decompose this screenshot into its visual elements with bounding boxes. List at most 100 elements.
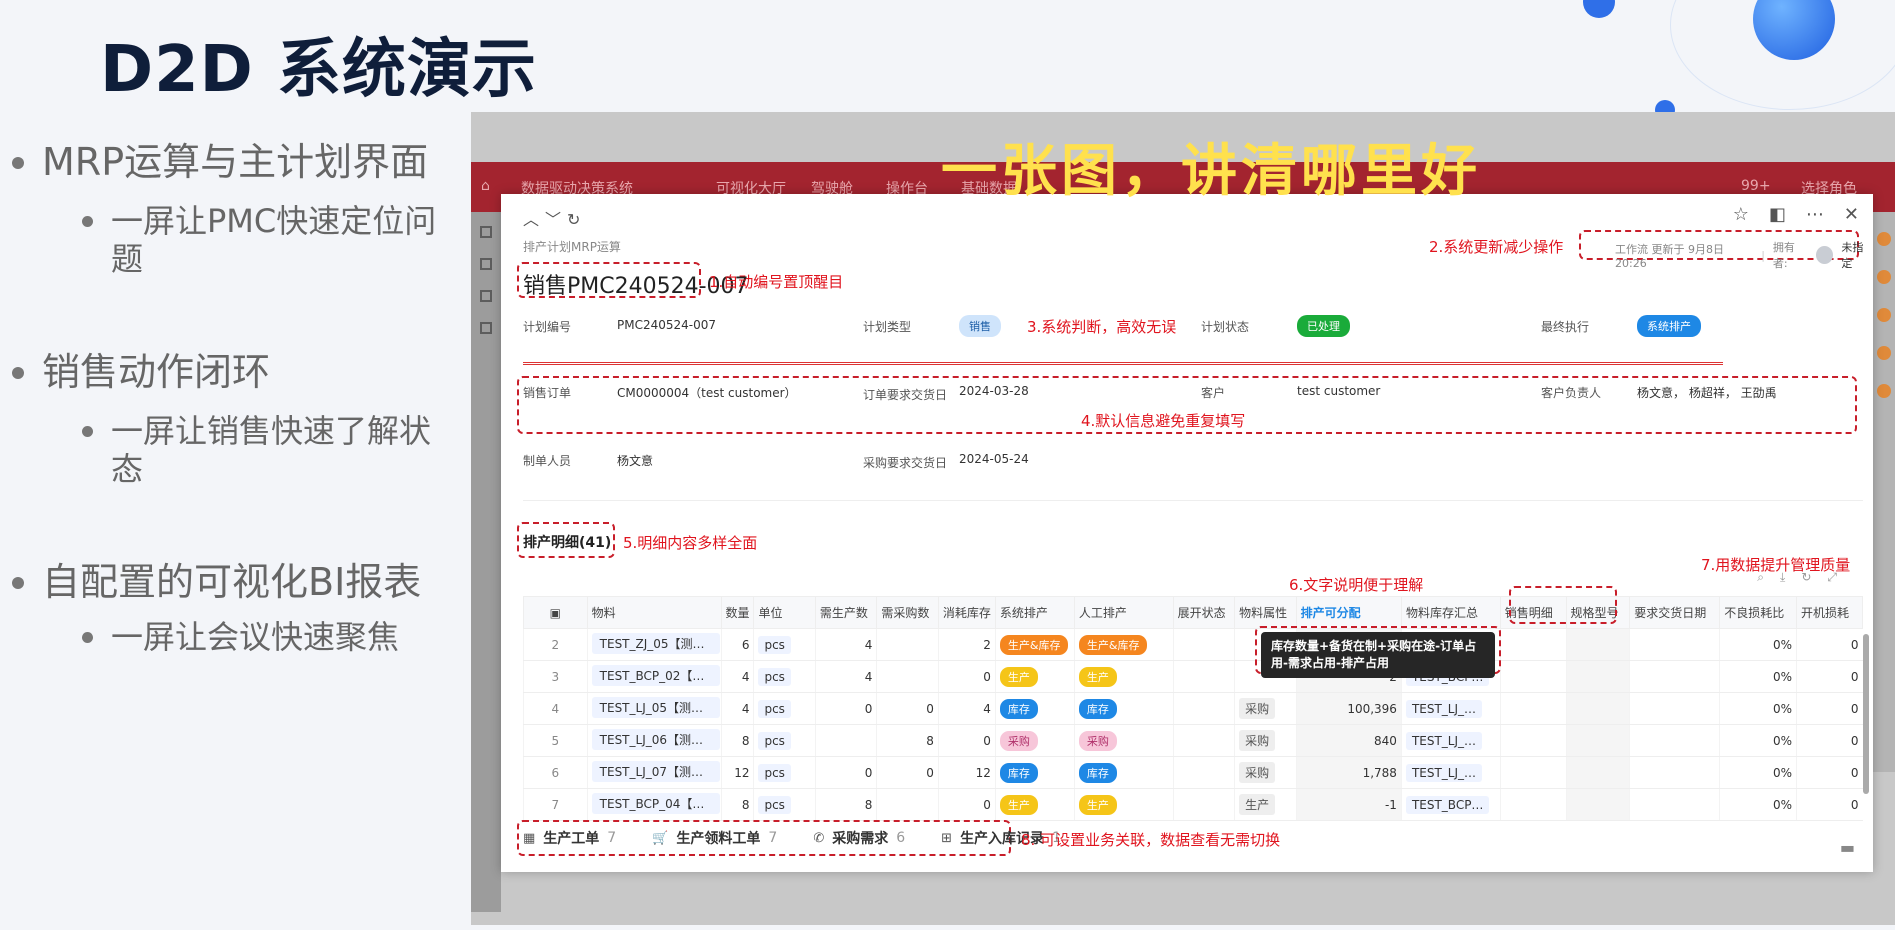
panel-icon[interactable]: ◧ [1769, 204, 1786, 225]
boot-cell: 0 [1796, 756, 1863, 789]
boot-cell: 0 [1796, 724, 1863, 757]
col-header[interactable]: 需采购数 [876, 596, 939, 629]
refresh-icon[interactable]: ↻ [567, 210, 586, 229]
row-number: 6 [523, 756, 588, 789]
spec-cell [1565, 692, 1630, 725]
qty-cell: 12 [720, 756, 754, 789]
left-sidebar [471, 212, 501, 912]
col-header[interactable]: 需生产数 [814, 596, 878, 629]
annotation-8: 8. 可设置业务关联，数据查看无需切换 [1021, 831, 1281, 849]
material-tag[interactable]: TEST_BCP_02【… [591, 664, 720, 686]
table-tools: ⌕ ⤓ ↻ ⤢ [1757, 570, 1837, 585]
spec-cell [1565, 756, 1630, 789]
chevron-up-icon[interactable]: ︿ [523, 210, 545, 229]
home-icon[interactable]: ⌂ [481, 178, 490, 194]
table-row[interactable]: 4 TEST_LJ_05【测… 4 pcs 0 0 4 库存 库存 采购 100,396 TEST_L… [523, 692, 1863, 725]
col-header[interactable]: 排产可分配 [1295, 596, 1402, 629]
app-icon[interactable] [1877, 232, 1891, 246]
status-pill: 库存 [1078, 762, 1117, 783]
prod-cell: 0 [814, 692, 877, 725]
col-header[interactable]: 物料属性 [1234, 596, 1297, 629]
table-row[interactable]: 6 TEST_LJ_07【测… 12 pcs 0 0 12 库存 库存 采购 1,788 TEST_L… [523, 756, 1863, 789]
col-header[interactable]: 数量 [720, 596, 755, 629]
customer-value[interactable]: test customer [1297, 384, 1380, 398]
material-tag[interactable]: TEST_LJ_05【测… [591, 696, 720, 718]
related-purchase[interactable]: ✆ 采购需求 6 [813, 828, 905, 848]
status-pill: 生产 [999, 666, 1038, 687]
app-icon[interactable] [1877, 308, 1891, 322]
chevron-down-icon[interactable]: ﹀ [545, 210, 567, 229]
more-icon[interactable]: ⋯ [1806, 204, 1824, 225]
menu-icon[interactable] [480, 258, 492, 270]
stock-sum-tag[interactable]: TEST_BCP… [1405, 795, 1490, 814]
alloc-cell: 100,396 [1295, 692, 1402, 725]
col-header[interactable]: 人工排产 [1073, 596, 1174, 629]
spec-cell [1565, 788, 1630, 821]
app-icon[interactable] [1877, 384, 1891, 398]
col-header[interactable]: 物料 [586, 596, 722, 629]
qty-cell: 8 [720, 724, 754, 757]
table-row[interactable]: 2 TEST_ZJ_05【测… 6 pcs 4 2 生产&库存 生产&库存 0% 0 [523, 628, 1863, 661]
plan-status-tag: 已处理 [1297, 315, 1350, 337]
final-exec-tag: 系统排产 [1637, 315, 1701, 337]
table-row[interactable]: 5 TEST_LJ_06【测… 8 pcs 8 0 采购 采购 采购 840 TEST_LJ_… 0%… [523, 724, 1863, 757]
stock-sum-tag[interactable]: TEST_LJ_… [1405, 763, 1483, 782]
right-strip [1873, 212, 1895, 772]
status-pill: 库存 [999, 762, 1038, 783]
stock-cell: 0 [937, 660, 996, 693]
field-label: 采购要求交货日 [863, 456, 948, 470]
col-header[interactable]: 展开状态 [1172, 596, 1236, 629]
save-icon[interactable]: ▣ [523, 596, 588, 629]
breadcrumb[interactable]: 排产计划MRP运算 [523, 238, 621, 255]
stock-sum-tag[interactable]: TEST_LJ_… [1405, 731, 1483, 750]
buy-cell [876, 788, 939, 821]
col-header[interactable]: 不良损耗比 [1719, 596, 1797, 629]
section-title[interactable]: 排产明细(41) [523, 532, 611, 552]
expand-cell [1172, 660, 1235, 693]
avatar[interactable] [1816, 246, 1834, 264]
minimize-icon[interactable]: ▬ [1840, 838, 1855, 857]
menu-icon[interactable] [480, 322, 492, 334]
order-date-value: 2024-03-28 [959, 384, 1029, 398]
search-icon[interactable]: ⌕ [1757, 570, 1764, 585]
qty-cell: 4 [720, 692, 754, 725]
sales-detail-cell [1499, 692, 1567, 725]
star-icon[interactable]: ☆ [1733, 204, 1749, 225]
material-tag[interactable]: TEST_LJ_07【测… [591, 760, 720, 782]
table-row[interactable]: 7 TEST_BCP_04【… 8 pcs 8 0 生产 生产 生产 -1 TEST_BCP… 0% 0 [523, 788, 1863, 821]
col-header[interactable]: 消耗库存 [937, 596, 996, 629]
stock-sum-tag[interactable]: TEST_LJ_… [1405, 699, 1483, 718]
row-number: 5 [523, 724, 588, 757]
related-production-order[interactable]: ▦ 生产工单 7 [523, 828, 616, 848]
menu-icon[interactable] [480, 226, 492, 238]
col-header[interactable]: 开机损耗 [1796, 596, 1863, 629]
related-material-order[interactable]: 🛒 生产领料工单 7 [652, 828, 777, 848]
expand-icon[interactable]: ⤢ [1827, 570, 1837, 585]
refresh-icon[interactable]: ↻ [1801, 570, 1811, 585]
sales-detail-cell [1499, 756, 1567, 789]
close-icon[interactable]: ✕ [1844, 204, 1859, 225]
sub-bullet: 一屏让PMC快速定位问题 [82, 202, 458, 278]
status-pill: 生产 [1078, 666, 1117, 687]
due-date-cell [1629, 788, 1720, 821]
table-row[interactable]: 3TEST_BCP_02【…4pcs40生产生产-2TEST_BCP…0%0 [523, 660, 1863, 693]
modal-window-tools: ☆ ◧ ⋯ ✕ [1733, 204, 1859, 225]
app-icon[interactable] [1877, 270, 1891, 284]
material-tag[interactable]: TEST_ZJ_05【测… [591, 632, 720, 654]
col-header[interactable]: 要求交货日期 [1629, 596, 1721, 629]
scrollbar[interactable] [1863, 634, 1869, 794]
material-tag[interactable]: TEST_BCP_04【… [591, 792, 720, 814]
loss-cell: 0% [1719, 756, 1797, 789]
col-header[interactable]: 单位 [753, 596, 816, 629]
app-icon[interactable] [1877, 346, 1891, 360]
menu-icon[interactable] [480, 290, 492, 302]
material-tag[interactable]: TEST_LJ_06【测… [591, 728, 720, 750]
row-number: 4 [523, 692, 588, 725]
col-header[interactable]: 物料库存汇总 [1400, 596, 1501, 629]
expand-cell [1172, 756, 1235, 789]
download-icon[interactable]: ⤓ [1780, 570, 1785, 585]
order-value[interactable]: CM0000004（test customer） [617, 384, 797, 401]
notification-badge[interactable]: 99+ [1741, 178, 1771, 194]
col-header[interactable]: 系统排产 [994, 596, 1075, 629]
row-number: 3 [523, 660, 588, 693]
